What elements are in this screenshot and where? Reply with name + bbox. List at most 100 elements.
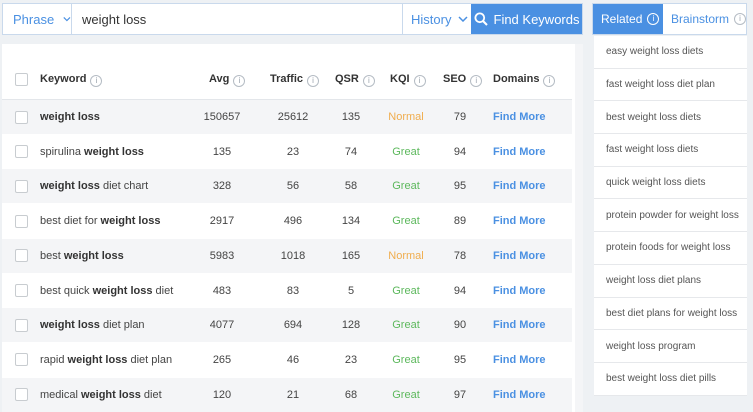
find-more-link[interactable]: Find More [493,389,546,401]
row-checkbox[interactable] [15,284,28,297]
avg-header-label: Avg [209,72,230,85]
tab-brainstorm[interactable]: Brainstorm i [663,4,746,34]
seo-cell: 94 [453,145,467,158]
keyword-match: weight loss [84,145,144,158]
traffic-header-label: Traffic [270,72,304,85]
avg-cell: 120 [212,388,232,401]
find-more-link[interactable]: Find More [493,215,546,227]
column-header-qsr[interactable]: QSR i [335,73,375,87]
row-checkbox[interactable] [15,249,28,263]
table-header: Keyword i Avg i Traffic i QSR i KQI i SEO i Do… [2,60,572,100]
avg-cell: 328 [212,180,232,193]
keyword-header-label: Keyword [40,72,87,85]
keyword-match: weight loss [92,284,153,297]
keyword-match: weight loss [63,249,124,262]
find-more-link[interactable]: Find More [493,319,546,331]
traffic-cell: 46 [286,353,300,366]
table-row: best quick weight loss diet 483 83 5 Great 94… [2,274,572,308]
phrase-dropdown[interactable]: Phrase [3,4,72,34]
tab-related[interactable]: Related i [593,4,663,34]
table-row: best weight loss 5983 1018 165 Normal 78 Find … [2,238,572,273]
row-checkbox[interactable] [15,388,28,402]
related-keyword-item[interactable]: protein powder for weight loss [594,199,747,233]
select-all-checkbox[interactable] [15,73,28,86]
search-input[interactable] [72,4,402,34]
info-icon[interactable]: i [470,74,483,87]
related-keyword-item[interactable]: best diet plans for weight loss [594,298,747,331]
traffic-cell: 694 [283,319,303,332]
qsr-cell: 165 [341,249,361,262]
seo-cell: 97 [453,388,467,401]
traffic-cell: 496 [283,215,303,228]
domains-header-label: Domains [493,72,540,85]
find-more-link[interactable]: Find More [493,250,546,262]
avg-cell: 265 [212,353,232,366]
keyword-match: weight loss [40,111,100,123]
keyword-prefix: best diet for [40,215,101,228]
related-keyword-item[interactable]: protein foods for weight loss [594,232,747,265]
related-keyword-item[interactable]: easy weight loss diets [594,36,747,69]
kqi-cell: Great [392,388,420,401]
find-keywords-button[interactable]: Find Keywords [471,4,582,34]
info-icon[interactable]: i [413,74,426,87]
info-icon[interactable]: i [362,74,375,87]
keyword-cell: best diet for weight loss [40,215,160,227]
table-row: best diet for weight loss 2917 496 134 Great… [2,204,572,238]
related-keyword-item[interactable]: best weight loss diets [594,101,747,135]
keyword-prefix: best quick [40,284,93,297]
info-icon[interactable]: i [543,74,556,87]
find-more-link[interactable]: Find More [493,111,546,123]
history-dropdown[interactable]: History [402,4,471,34]
table-row: weight loss 150657 25612 135 Normal 79 Find Mo… [2,100,572,134]
related-keyword-item[interactable]: fast weight loss diet plan [594,69,747,102]
row-checkbox[interactable] [15,214,28,228]
info-icon[interactable]: i [90,74,103,87]
related-keyword-item[interactable]: weight loss program [594,330,747,363]
seo-cell: 94 [453,284,467,297]
tab-brainstorm-label: Brainstorm [670,12,729,26]
avg-cell: 4077 [209,319,235,332]
kqi-cell: Great [392,353,420,366]
qsr-cell: 5 [347,284,355,297]
column-header-avg[interactable]: Avg i [209,72,246,87]
row-checkbox[interactable] [15,145,28,159]
qsr-cell: 68 [344,388,358,401]
info-icon[interactable]: i [647,13,660,25]
find-more-link[interactable]: Find More [493,354,546,366]
info-icon[interactable]: i [233,74,246,87]
kqi-cell: Great [392,319,420,332]
find-more-link[interactable]: Find More [493,285,546,297]
seo-cell: 95 [453,180,467,193]
keyword-cell: spirulina weight loss [40,146,144,158]
find-more-link[interactable]: Find More [493,146,546,158]
info-icon[interactable]: i [307,74,320,87]
row-checkbox[interactable] [15,353,28,367]
row-checkbox[interactable] [15,110,28,124]
column-header-keyword[interactable]: Keyword i [40,72,103,87]
qsr-header-label: QSR [335,72,359,85]
keyword-cell: weight loss diet plan [40,319,145,331]
search-bar: Phrase History Find Keywords [2,3,583,35]
related-keyword-item[interactable]: fast weight loss diets [594,134,747,167]
kqi-cell: Great [392,180,420,193]
qsr-cell: 74 [344,145,358,158]
row-checkbox[interactable] [15,179,28,193]
related-keyword-item[interactable]: quick weight loss diets [594,167,747,200]
table-scrollbar[interactable] [575,44,583,412]
column-header-traffic[interactable]: Traffic i [270,72,320,87]
column-header-kqi[interactable]: KQI i [390,73,426,87]
find-more-link[interactable]: Find More [493,180,546,192]
row-checkbox[interactable] [15,318,28,332]
seo-cell: 79 [453,111,467,123]
qsr-cell: 23 [344,353,358,366]
info-icon[interactable]: i [734,13,746,25]
column-header-domains[interactable]: Domains i [493,72,556,87]
column-header-seo[interactable]: SEO i [443,73,483,87]
search-icon [474,12,488,26]
sidebar-tabs: Related i Brainstorm i [592,3,747,35]
keyword-cell: weight loss [40,111,100,123]
avg-cell: 135 [212,145,232,158]
related-keyword-item[interactable]: best weight loss diet pills [594,363,747,396]
keyword-cell: medical weight loss diet [40,389,162,401]
related-keyword-item[interactable]: weight loss diet plans [594,265,747,298]
